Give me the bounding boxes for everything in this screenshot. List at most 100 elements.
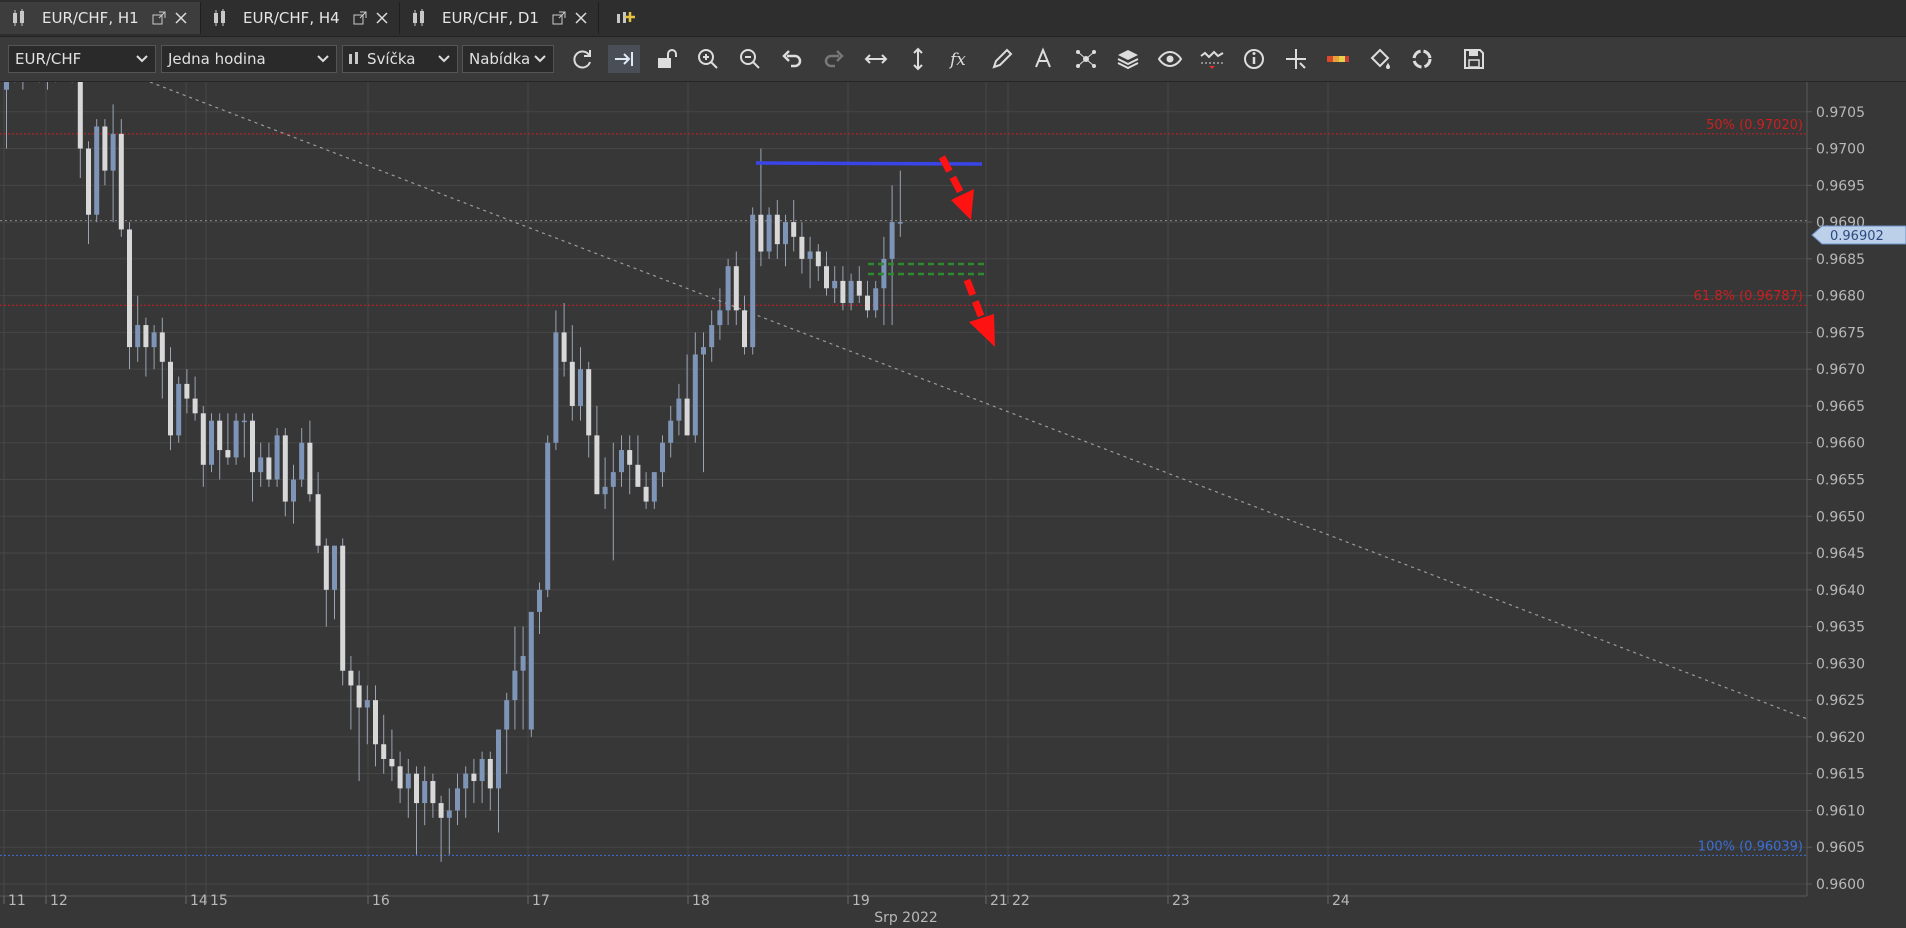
- color-bar-button[interactable]: [1322, 45, 1354, 73]
- time-tick-label: 24: [1332, 893, 1350, 909]
- time-tick-label: 21: [990, 893, 1008, 909]
- candle-body: [266, 457, 272, 480]
- candle-body: [258, 457, 264, 473]
- text-tool-button[interactable]: [1028, 45, 1060, 73]
- time-tick-label: 15: [210, 893, 228, 909]
- candlestick-icon: [211, 9, 235, 27]
- candle-body: [602, 486, 608, 495]
- popout-icon[interactable]: [352, 10, 368, 26]
- zoom-out-icon: [740, 49, 760, 69]
- candlestick-icon: [349, 52, 358, 64]
- indicators-button[interactable]: fx: [944, 45, 976, 73]
- vertical-resize-button[interactable]: [902, 45, 934, 73]
- tab-eurchf-h4[interactable]: EUR/CHF, H4: [201, 2, 400, 34]
- candle[interactable]: [94, 119, 100, 223]
- waves-button[interactable]: [1196, 45, 1228, 73]
- candle-body: [496, 729, 501, 789]
- candle-body: [824, 266, 829, 289]
- candle[interactable]: [766, 207, 772, 259]
- candle-body: [241, 420, 247, 423]
- candle-body: [660, 442, 665, 473]
- candle[interactable]: [545, 435, 551, 598]
- candle-body: [332, 545, 337, 590]
- candle-body: [151, 332, 157, 348]
- popout-icon[interactable]: [551, 10, 567, 26]
- candle[interactable]: [528, 611, 534, 737]
- undo-button[interactable]: [776, 45, 808, 73]
- layers-button[interactable]: [1112, 45, 1144, 73]
- zoom-in-button[interactable]: [692, 45, 724, 73]
- price-tick-label: 0.9605: [1816, 840, 1865, 856]
- candle-body: [594, 435, 600, 495]
- chart-background: [0, 82, 1906, 928]
- close-icon[interactable]: [374, 10, 390, 26]
- candle-body: [848, 280, 854, 303]
- scroll-to-end-button[interactable]: [608, 45, 640, 73]
- tab-eurchf-h1[interactable]: EUR/CHF, H1: [0, 2, 201, 34]
- symbol-select[interactable]: EUR/CHF: [8, 45, 156, 73]
- candlestick-icon: [10, 9, 34, 27]
- add-chart-tab-button[interactable]: [604, 2, 640, 34]
- close-icon[interactable]: [573, 10, 589, 26]
- candle-body: [832, 280, 838, 289]
- candle[interactable]: [750, 207, 756, 355]
- chart-type-select[interactable]: Svíčka: [342, 45, 458, 73]
- candle-body: [668, 420, 674, 443]
- candle-body: [463, 773, 469, 789]
- price-side-select[interactable]: Nabídka: [462, 45, 554, 73]
- info-button[interactable]: [1238, 45, 1270, 73]
- candle-body: [323, 545, 329, 590]
- crosshair-button[interactable]: [1280, 45, 1312, 73]
- visibility-button[interactable]: [1154, 45, 1186, 73]
- objects-button[interactable]: [1070, 45, 1102, 73]
- candle[interactable]: [274, 428, 280, 487]
- draw-button[interactable]: [986, 45, 1018, 73]
- tab-eurchf-d1[interactable]: EUR/CHF, D1: [400, 2, 599, 34]
- timeframe-select[interactable]: Jedna hodina: [161, 45, 337, 73]
- horizontal-resize-button[interactable]: [860, 45, 892, 73]
- candle[interactable]: [118, 119, 124, 237]
- candle[interactable]: [209, 413, 214, 473]
- save-icon: [1464, 49, 1484, 69]
- candle[interactable]: [168, 347, 173, 451]
- price-tick-label: 0.9600: [1816, 877, 1865, 893]
- candle-body: [627, 450, 633, 465]
- candle-body: [200, 413, 206, 465]
- price-tick-label: 0.9610: [1816, 803, 1865, 819]
- candle[interactable]: [176, 376, 182, 443]
- tab-label: EUR/CHF, H1: [42, 9, 139, 27]
- candle-body: [537, 589, 542, 612]
- save-button[interactable]: [1458, 45, 1490, 73]
- zoom-out-button[interactable]: [734, 45, 766, 73]
- candle-body: [414, 773, 419, 804]
- candle-body: [446, 810, 452, 818]
- candle-body: [192, 398, 198, 414]
- candle-body: [479, 758, 485, 782]
- candle-body: [373, 700, 378, 745]
- price-tick-label: 0.9705: [1816, 105, 1865, 121]
- eye-icon: [1157, 50, 1183, 68]
- unlock-button[interactable]: [650, 45, 682, 73]
- time-tick-label: 22: [1012, 893, 1030, 909]
- close-icon[interactable]: [173, 10, 189, 26]
- candle-body: [102, 126, 108, 171]
- candle-body: [135, 325, 141, 348]
- candle-body: [578, 369, 583, 406]
- candle[interactable]: [340, 538, 346, 686]
- price-axis[interactable]: [1807, 82, 1906, 928]
- refresh-button[interactable]: [566, 45, 598, 73]
- candle-body: [250, 420, 255, 473]
- price-side-select-value: Nabídka: [469, 50, 531, 68]
- fill-button[interactable]: [1364, 45, 1396, 73]
- candle-body: [217, 420, 223, 451]
- popout-icon[interactable]: [151, 10, 167, 26]
- current-price-label: 0.96902: [1830, 229, 1884, 244]
- cycle-button[interactable]: [1406, 45, 1438, 73]
- tab-label: EUR/CHF, H4: [243, 9, 340, 27]
- candle-body: [389, 758, 395, 767]
- candle[interactable]: [233, 413, 239, 465]
- candle-body: [840, 280, 846, 303]
- redo-button[interactable]: [818, 45, 850, 73]
- chevron-down-icon: [438, 55, 450, 63]
- price-chart[interactable]: 50% (0.97020) 61.8% (0.96787) 100% (0.9603…: [0, 82, 1906, 928]
